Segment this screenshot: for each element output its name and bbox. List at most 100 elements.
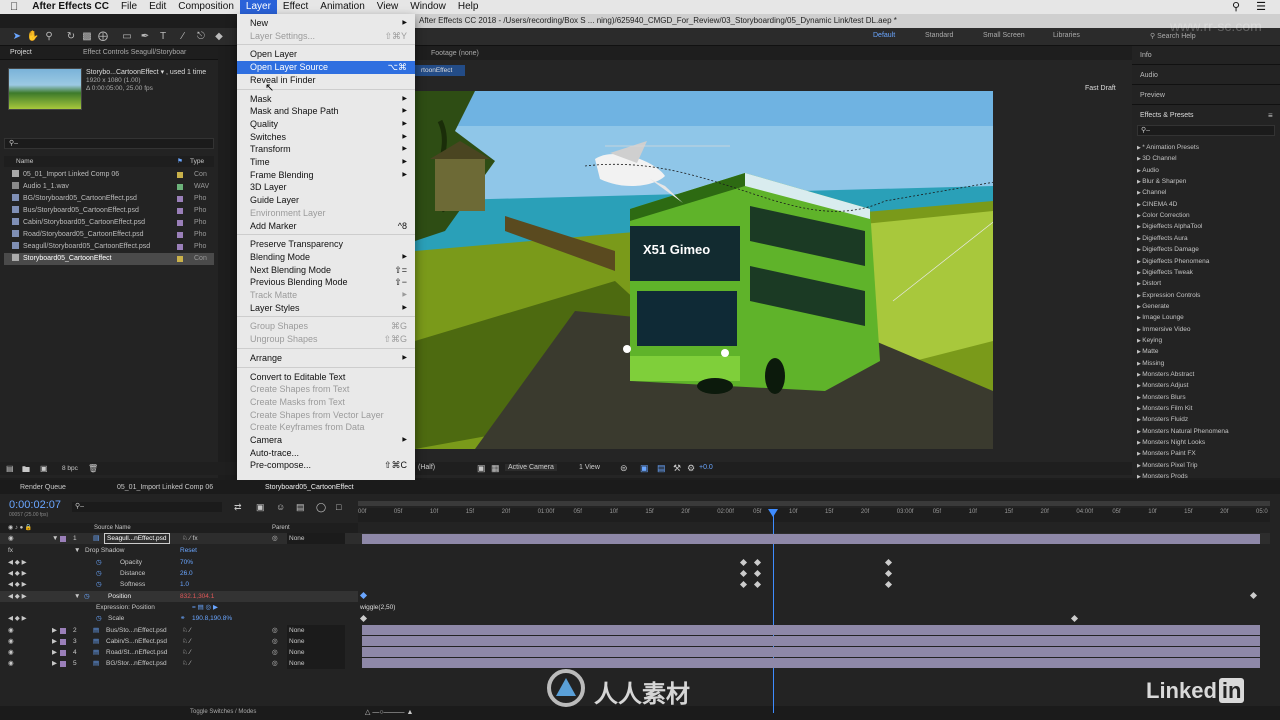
menu-view[interactable]: View <box>371 0 405 14</box>
expression-text[interactable]: wiggle(2,50) <box>360 604 395 611</box>
property-value[interactable]: 70% <box>180 557 193 568</box>
layer-row[interactable]: ◉ ▶ 5 ▤ BG/Stor...nEffect.psd ♘ ∕ ◎ None <box>0 658 358 669</box>
layer-duration-bar[interactable] <box>362 636 1260 646</box>
type-tool-icon[interactable]: T <box>156 30 170 44</box>
workspace-default[interactable]: Default <box>873 32 895 39</box>
apple-menu-icon[interactable]:  <box>0 0 26 14</box>
menu-item-new[interactable]: New ▶ <box>237 17 415 30</box>
menu-item-preserve-transparency[interactable]: Preserve Transparency <box>237 238 415 251</box>
keyframe-nav-icon[interactable]: ◀ ◆ ▶ <box>8 557 27 568</box>
menu-item-auto-trace[interactable]: Auto-trace... <box>237 447 415 460</box>
label-color-swatch[interactable] <box>60 628 66 634</box>
effect-category[interactable]: ▶ Channel <box>1137 187 1277 198</box>
layer-duration-bar[interactable] <box>362 625 1260 635</box>
frame-blending-icon[interactable]: ▤ <box>296 502 305 513</box>
expression-controls-icon[interactable]: = ▤ ◎ ▶ <box>192 602 218 613</box>
clone-stamp-tool-icon[interactable]: ⎋ <box>194 30 208 44</box>
preview-panel-header[interactable]: Preview <box>1140 92 1165 99</box>
constrain-link-icon[interactable]: ⚭ <box>180 613 185 624</box>
interpret-footage-icon[interactable]: ▤ <box>6 464 14 473</box>
active-camera-dropdown[interactable]: Active Camera <box>505 464 557 471</box>
keyframe-nav-icon[interactable]: ◀ ◆ ▶ <box>8 579 27 590</box>
property-value[interactable]: 190.8,190.8% <box>192 613 232 624</box>
label-color-swatch[interactable] <box>177 232 183 238</box>
pickwhip-icon[interactable]: ◎ <box>272 658 278 669</box>
keyframe-nav-icon[interactable]: ◀ ◆ ▶ <box>8 613 27 624</box>
label-color-swatch[interactable] <box>177 172 183 178</box>
property-value[interactable]: 832.1,304.1 <box>180 591 214 602</box>
bit-depth-button[interactable]: 8 bpc <box>62 465 78 472</box>
transparency-grid-icon[interactable]: ▦ <box>491 463 500 474</box>
reset-link[interactable]: Reset <box>180 545 197 556</box>
effect-category[interactable]: ▶ Distort <box>1137 278 1277 289</box>
layer-name[interactable]: Bus/Sto...nEffect.psd <box>106 625 167 636</box>
opacity-property-row[interactable]: ◀ ◆ ▶ ◷ Opacity 70% <box>0 557 358 568</box>
distance-property-row[interactable]: ◀ ◆ ▶ ◷ Distance 26.0 <box>0 568 358 579</box>
property-value[interactable]: 1.0 <box>180 579 189 590</box>
pen-tool-icon[interactable]: ✒ <box>138 30 152 44</box>
tab-import-linked-comp[interactable]: 05_01_Import Linked Comp 06 <box>117 484 213 491</box>
column-type[interactable]: Type <box>190 156 204 167</box>
label-color-swatch[interactable] <box>177 256 183 262</box>
effects-presets-header[interactable]: Effects & Presets <box>1140 112 1194 119</box>
comp-flowchart-tab[interactable]: rtoonEffect <box>415 65 465 76</box>
stopwatch-icon[interactable]: ◷ <box>84 591 90 602</box>
menu-edit[interactable]: Edit <box>143 0 172 14</box>
project-item-selected[interactable]: Storyboard05_CartoonEffect Con <box>4 253 214 265</box>
layer-duration-bar[interactable] <box>362 658 1260 668</box>
keyframe-nav-icon[interactable]: ◀ ◆ ▶ <box>8 591 27 602</box>
label-color-swatch[interactable] <box>177 196 183 202</box>
menu-item-blending-mode[interactable]: Blending Mode ▶ <box>237 251 415 264</box>
label-color-swatch[interactable] <box>60 639 66 645</box>
effect-category[interactable]: ▶ Immersive Video <box>1137 324 1277 335</box>
audio-panel-header[interactable]: Audio <box>1140 72 1158 79</box>
graph-editor-icon[interactable]: □ <box>336 502 341 512</box>
project-item[interactable]: BG/Storyboard05_CartoonEffect.psd Pho <box>4 193 214 205</box>
timeline-icon[interactable]: ▤ <box>657 463 666 474</box>
layer-row[interactable]: ◉ ▶ 3 ▤ Cabin/S...nEffect.psd ♘ ∕ ◎ None <box>0 636 358 647</box>
menu-item-arrange[interactable]: Arrange ▶ <box>237 352 415 365</box>
tab-project[interactable]: Project <box>10 49 32 56</box>
shy-layers-icon[interactable]: ☺ <box>276 502 285 512</box>
property-value[interactable]: 26.0 <box>180 568 193 579</box>
toggle-pixel-aspect-icon[interactable]: ⊜ <box>620 463 628 474</box>
footage-tab[interactable]: Footage (none) <box>431 50 479 57</box>
camera-tool-icon[interactable]: ▩ <box>80 30 94 44</box>
menu-item-switches[interactable]: Switches ▶ <box>237 131 415 144</box>
expand-arrow-icon[interactable]: ▶ <box>52 636 57 647</box>
label-color-swatch[interactable] <box>177 184 183 190</box>
notification-center-icon[interactable]: ☰ <box>1256 0 1266 13</box>
effect-category[interactable]: ▶ 3D Channel <box>1137 153 1277 164</box>
menu-item-add-marker[interactable]: Add Marker ^8 <box>237 220 415 233</box>
effects-search-input[interactable]: ⚲– <box>1137 125 1275 136</box>
effect-category[interactable]: ▶ Expression Controls <box>1137 290 1277 301</box>
menu-window[interactable]: Window <box>404 0 452 14</box>
menu-help[interactable]: Help <box>452 0 485 14</box>
effect-category[interactable]: ▶ Digieffects Tweak <box>1137 267 1277 278</box>
menu-item-mask-and-shape-path[interactable]: Mask and Shape Path ▶ <box>237 105 415 118</box>
workspace-small-screen[interactable]: Small Screen <box>983 32 1025 39</box>
expand-arrow-icon[interactable]: ▼ <box>52 533 58 544</box>
pickwhip-icon[interactable]: ◎ <box>272 533 278 544</box>
trash-icon[interactable]: 🗑 <box>88 464 98 473</box>
views-dropdown[interactable]: 1 View <box>579 464 600 471</box>
expand-arrow-icon[interactable]: ▶ <box>52 625 57 636</box>
composition-frame[interactable]: X51 Gimeo <box>415 91 993 449</box>
visibility-eye-icon[interactable]: ◉ <box>8 647 14 658</box>
project-search-input[interactable]: ⚲– <box>4 138 214 149</box>
menu-item-time[interactable]: Time ▶ <box>237 156 415 169</box>
expand-arrow-icon[interactable]: ▶ <box>52 647 57 658</box>
layer-switches[interactable]: ♘ ∕ <box>182 658 191 669</box>
effect-category[interactable]: ▶ Audio <box>1137 165 1277 176</box>
toggle-switches-modes-button[interactable]: Toggle Switches / Modes <box>190 709 256 715</box>
fast-previews-icon[interactable]: ▣ <box>640 463 649 474</box>
layer-name[interactable]: Seagull...nEffect.psd <box>104 533 170 544</box>
drop-shadow-effect-row[interactable]: fx ▼ Drop Shadow Reset <box>0 545 358 556</box>
menu-item-mask[interactable]: Mask ▶ <box>237 93 415 106</box>
project-item[interactable]: Road/Storyboard05_CartoonEffect.psd Pho <box>4 229 214 241</box>
effect-category[interactable]: ▶ Digieffects Phenomena <box>1137 256 1277 267</box>
layer-switches[interactable]: ♘ ∕ <box>182 625 191 636</box>
pan-behind-tool-icon[interactable]: ⨁ <box>96 30 110 44</box>
workspace-libraries[interactable]: Libraries <box>1053 32 1080 39</box>
motion-blur-icon[interactable]: ◯ <box>316 502 326 513</box>
